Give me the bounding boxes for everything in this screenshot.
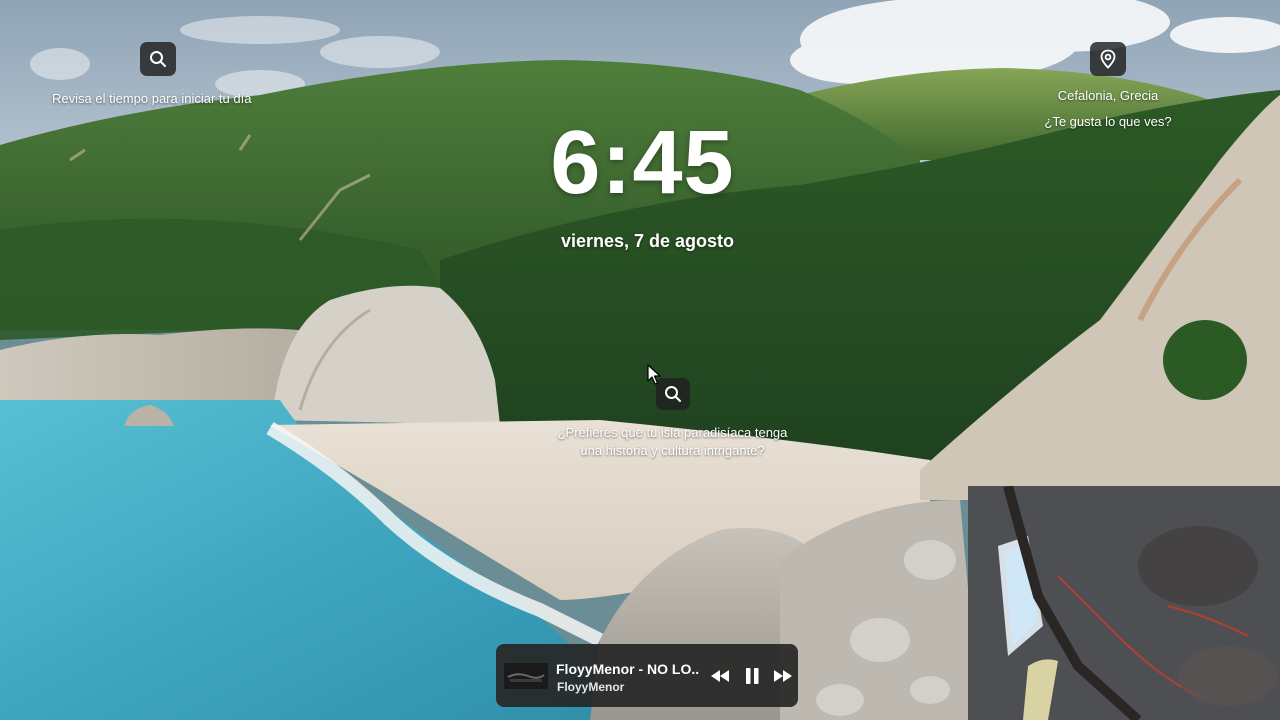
album-art	[504, 663, 548, 689]
media-controls-panel: FloyyMenor - NO LO... FloyyMenor	[496, 644, 798, 707]
track-title: FloyyMenor - NO LO...	[556, 661, 700, 677]
previous-track-button[interactable]	[707, 664, 733, 688]
location-name[interactable]: Cefalonia, Grecia	[1040, 88, 1176, 103]
weather-prompt[interactable]: Revisa el tiempo para iniciar tu día	[52, 91, 251, 106]
location-pin-icon	[1100, 49, 1116, 69]
lock-screen-time: 6:45	[550, 113, 735, 213]
spotlight-search-button[interactable]	[656, 378, 690, 410]
rewind-icon	[711, 670, 729, 682]
location-button[interactable]	[1090, 42, 1126, 76]
pause-icon	[746, 668, 759, 684]
mouse-cursor-icon	[647, 364, 661, 385]
play-pause-button[interactable]	[739, 664, 765, 688]
spotlight-question-line2[interactable]: una historia y cultura intrigante?	[540, 443, 805, 458]
spotlight-question-line1[interactable]: ¿Prefieres que tu isla paradisíaca tenga	[540, 425, 805, 440]
like-prompt[interactable]: ¿Te gusta lo que ves?	[1040, 114, 1176, 129]
search-icon	[150, 51, 166, 67]
weather-search-button[interactable]	[140, 42, 176, 76]
next-track-button[interactable]	[770, 664, 796, 688]
search-icon	[665, 386, 681, 402]
fast-forward-icon	[774, 670, 792, 682]
lock-screen: Revisa el tiempo para iniciar tu día Cef…	[0, 0, 1280, 720]
track-artist: FloyyMenor	[557, 680, 625, 694]
camera-preview	[968, 486, 1280, 720]
lock-screen-date: viernes, 7 de agosto	[560, 231, 735, 251]
